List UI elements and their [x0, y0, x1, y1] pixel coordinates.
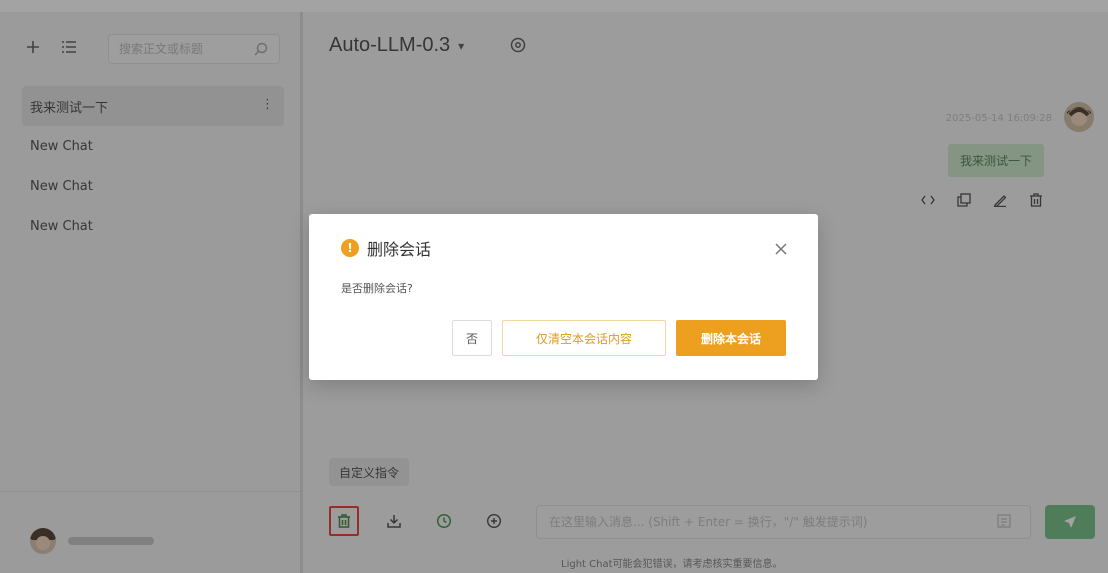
dialog-actions: 否 仅清空本会话内容 删除本会话 — [452, 320, 786, 356]
close-icon — [775, 243, 787, 255]
dialog-message: 是否删除会话? — [341, 282, 413, 295]
dialog-title: 删除会话 — [367, 240, 432, 259]
close-dialog-button[interactable] — [772, 240, 790, 258]
warning-icon: ! — [341, 239, 359, 257]
dialog-header: ! 删除会话 — [341, 236, 431, 260]
delete-chat-dialog: ! 删除会话 是否删除会话? 否 仅清空本会话内容 删除本会话 — [309, 214, 818, 380]
confirm-delete-button[interactable]: 删除本会话 — [676, 320, 786, 356]
clear-content-button[interactable]: 仅清空本会话内容 — [502, 320, 666, 356]
no-button[interactable]: 否 — [452, 320, 492, 356]
